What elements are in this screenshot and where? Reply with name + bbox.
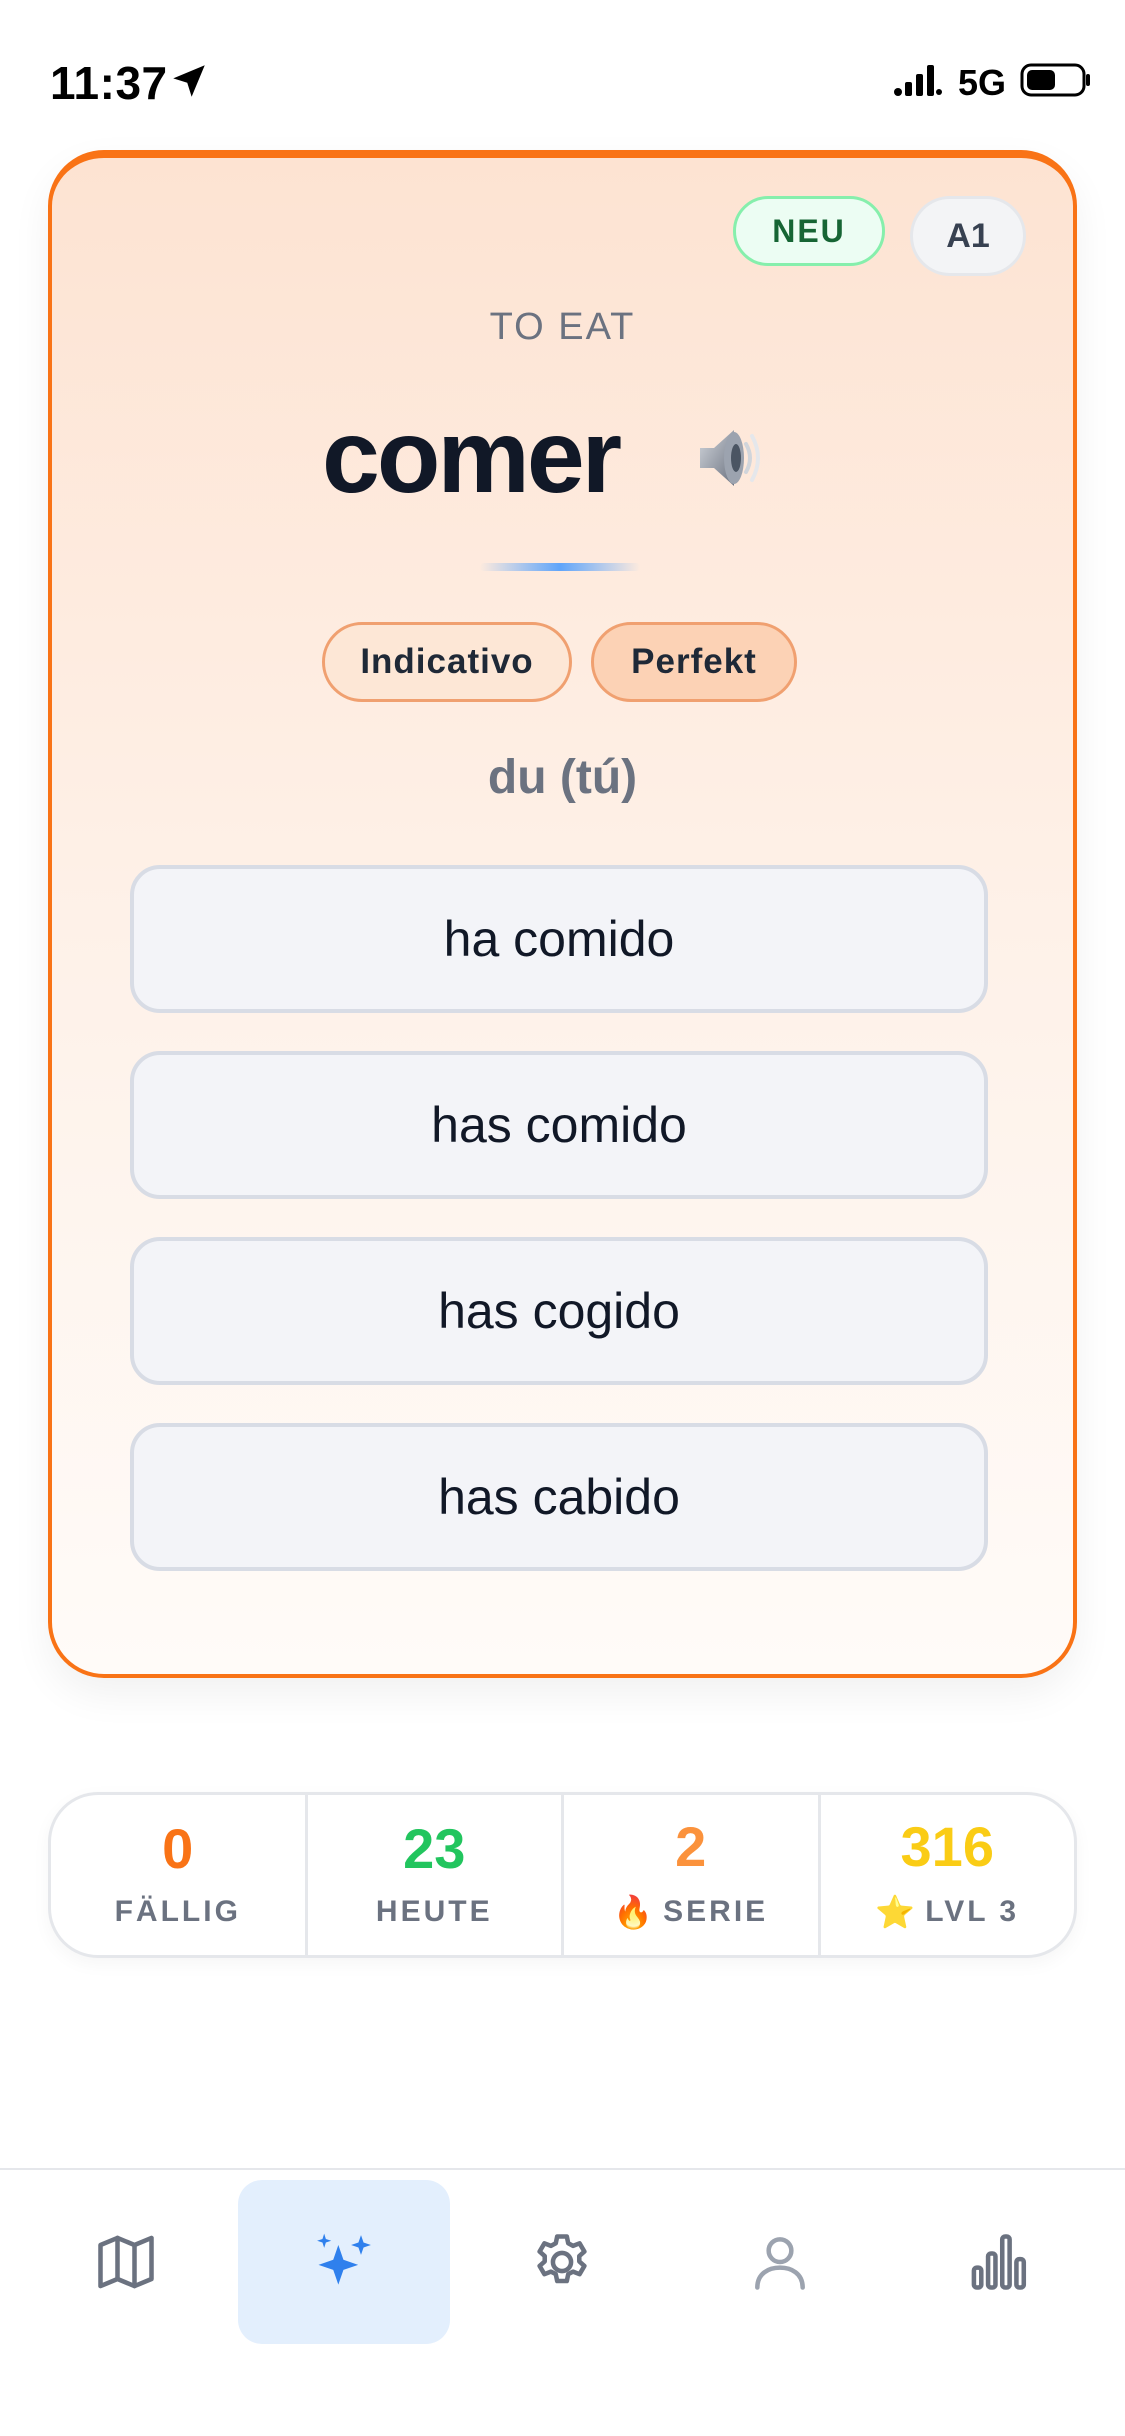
verb-underline: [480, 563, 640, 571]
tab-practice[interactable]: [238, 2180, 450, 2344]
stat-today-label: HEUTE: [375, 1895, 493, 1928]
stat-streak: 2 🔥 SERIE: [564, 1795, 821, 1955]
status-bar: 11:37 5G: [0, 0, 1125, 150]
battery-icon: [1020, 63, 1090, 97]
stat-today-value: 23: [403, 1817, 466, 1880]
bar-chart-icon: [971, 2234, 1027, 2290]
gear-icon: [537, 2234, 587, 2284]
stat-due-label: FÄLLIG: [114, 1895, 241, 1928]
new-badge: NEU: [733, 196, 885, 266]
sparkles-icon: [317, 2233, 371, 2285]
stat-today: 23 HEUTE: [308, 1795, 564, 1955]
speaker-icon[interactable]: [690, 420, 766, 496]
location-arrow-icon: [173, 65, 205, 97]
signal-icon: [894, 65, 942, 96]
verb-translation: TO EAT: [489, 306, 636, 348]
tab-bar: [0, 2168, 1125, 2436]
stat-xp: 316 ⭐ LVL 3: [821, 1795, 1075, 1955]
network-label: 5G: [958, 62, 1007, 103]
screen: 11:37 5G NEU A1 TO EAT comer Indicativo …: [0, 0, 1125, 2436]
fire-icon: 🔥: [613, 1894, 654, 1930]
status-time: 11:37: [50, 57, 168, 109]
stat-due-value: 0: [162, 1817, 194, 1880]
answer-option[interactable]: has cogido: [130, 1237, 988, 1385]
pronoun-label: du (tú): [487, 751, 638, 804]
tab-statistics[interactable]: [892, 2180, 1104, 2344]
stat-due: 0 FÄLLIG: [51, 1795, 308, 1955]
map-icon: [98, 2235, 154, 2289]
tab-settings[interactable]: [456, 2180, 668, 2344]
stats-bar: 0 FÄLLIG 23 HEUTE 2 🔥 SERIE 316 ⭐ LVL 3: [48, 1792, 1077, 1958]
star-icon: ⭐: [875, 1894, 916, 1930]
answer-option[interactable]: ha comido: [130, 865, 988, 1013]
stat-xp-value: 316: [900, 1815, 994, 1878]
home-indicator: [410, 2404, 715, 2416]
level-badge: A1: [910, 196, 1026, 276]
tense-chip: Perfekt: [591, 622, 797, 702]
stat-streak-label: SERIE: [663, 1895, 769, 1928]
stat-level-label: LVL 3: [925, 1895, 1020, 1928]
mood-chip: Indicativo: [322, 622, 572, 702]
verb-infinitive: comer: [322, 399, 622, 515]
tab-map[interactable]: [20, 2180, 232, 2344]
answer-option[interactable]: has comido: [130, 1051, 988, 1199]
stat-streak-value: 2: [675, 1815, 707, 1878]
user-icon: [755, 2237, 805, 2290]
answer-option[interactable]: has cabido: [130, 1423, 988, 1571]
tab-profile[interactable]: [674, 2180, 886, 2344]
